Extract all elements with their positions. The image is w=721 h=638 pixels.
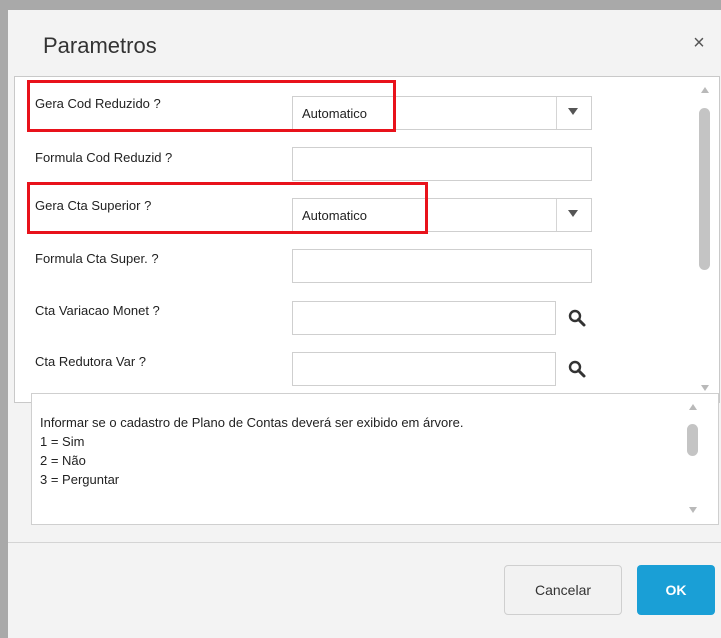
cancel-button[interactable]: Cancelar [504,565,622,615]
parametros-dialog: Parametros × Gera Cod Reduzido ? Automat… [8,10,721,638]
cta-redutora-var-input[interactable] [292,352,556,386]
highlight-box [27,80,396,132]
help-line: 3 = Perguntar [40,472,120,487]
search-icon[interactable] [567,308,587,328]
close-button[interactable]: × [688,32,710,54]
footer-divider [8,542,721,543]
dialog-title: Parametros [43,33,157,58]
formula-cod-reduzid-label: Formula Cod Reduzid ? [35,150,173,165]
dropdown-toggle[interactable] [556,97,591,129]
scroll-down-icon[interactable] [689,507,697,513]
formula-cta-super-input[interactable] [292,249,592,283]
parameters-panel: Gera Cod Reduzido ? Automatico Formula C… [14,76,720,403]
cta-variacao-monet-label: Cta Variacao Monet ? [35,303,160,318]
cta-redutora-var-label: Cta Redutora Var ? [35,354,147,369]
scroll-down-icon[interactable] [701,385,709,391]
chevron-down-icon [568,108,578,115]
help-line: 1 = Sim [40,434,85,449]
scroll-thumb[interactable] [687,424,698,456]
highlight-box [27,182,428,234]
formula-cta-super-label: Formula Cta Super. ? [35,251,159,266]
chevron-down-icon [568,210,578,217]
dropdown-toggle[interactable] [556,199,591,231]
help-text-panel: Informar se o cadastro de Plano de Conta… [31,393,719,525]
formula-cod-reduzid-input[interactable] [292,147,592,181]
scroll-thumb[interactable] [699,108,710,270]
cta-variacao-monet-input[interactable] [292,301,556,335]
params-scrollbar[interactable] [698,77,712,402]
scroll-up-icon[interactable] [701,87,709,93]
help-scrollbar[interactable] [686,394,700,524]
search-icon[interactable] [567,359,587,379]
scroll-up-icon[interactable] [689,404,697,410]
help-line: Informar se o cadastro de Plano de Conta… [40,415,464,430]
ok-button[interactable]: OK [637,565,715,615]
help-line: 2 = Não [40,453,86,468]
